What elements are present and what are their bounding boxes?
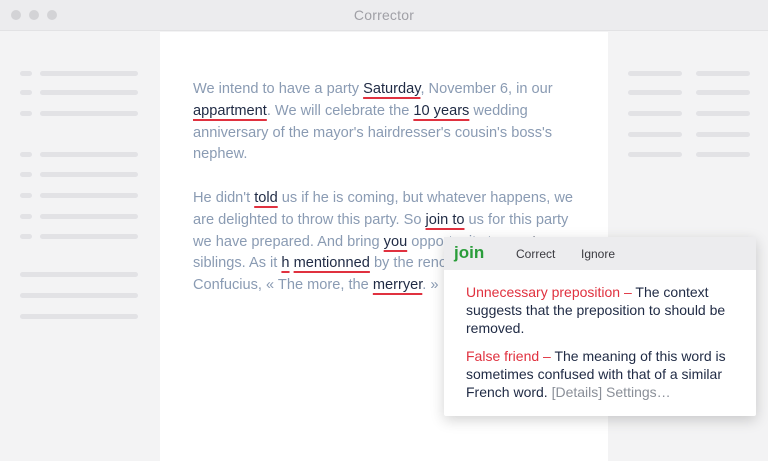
placeholder-line bbox=[20, 172, 32, 177]
placeholder-line bbox=[20, 214, 32, 219]
placeholder-line bbox=[20, 111, 32, 116]
suggestion-item: False friend – The meaning of this word … bbox=[466, 347, 746, 401]
flagged-error-word[interactable]: 10 years bbox=[413, 103, 469, 119]
flagged-error-word[interactable]: appartment bbox=[193, 103, 267, 119]
placeholder-line bbox=[20, 293, 138, 298]
flagged-error-word[interactable]: told bbox=[254, 190, 278, 206]
placeholder-line bbox=[696, 90, 750, 95]
flagged-word: join bbox=[454, 243, 485, 262]
document-text: . We will celebrate the bbox=[266, 102, 414, 119]
correct-button[interactable]: Correct bbox=[516, 247, 555, 261]
placeholder-line bbox=[696, 111, 750, 116]
window-title: Corrector bbox=[353, 7, 415, 23]
flagged-error-word[interactable]: you bbox=[384, 234, 408, 250]
placeholder-line bbox=[20, 152, 32, 157]
placeholder-line bbox=[696, 71, 750, 76]
placeholder-line bbox=[40, 193, 138, 198]
document-text: We intend to have a party bbox=[193, 81, 364, 97]
ignore-button[interactable]: Ignore bbox=[581, 247, 615, 261]
placeholder-line bbox=[40, 152, 138, 157]
placeholder-line bbox=[40, 172, 138, 177]
flagged-error-word[interactable]: merryer bbox=[373, 277, 422, 293]
placeholder-line bbox=[40, 234, 138, 239]
placeholder-line bbox=[696, 132, 750, 137]
popup-header: join Correct Ignore bbox=[444, 237, 756, 270]
left-sidebar bbox=[0, 32, 160, 461]
placeholder-line bbox=[696, 152, 750, 157]
placeholder-line bbox=[628, 71, 682, 76]
title-bar: Corrector bbox=[0, 0, 768, 31]
suggestion-item: Unnecessary preposition – The context su… bbox=[466, 283, 746, 337]
flagged-error-word[interactable]: join to bbox=[426, 212, 465, 228]
placeholder-line bbox=[40, 71, 138, 76]
document-text: , November 6, in our bbox=[420, 81, 553, 97]
placeholder-line bbox=[20, 234, 32, 239]
placeholder-line bbox=[40, 90, 138, 95]
suggestion-title: False friend – bbox=[466, 348, 551, 364]
document-paragraph-1[interactable]: We intend to have a party Saturday, Nove… bbox=[193, 79, 573, 166]
details-settings-link[interactable]: [Details] Settings… bbox=[548, 384, 671, 400]
flagged-error-word[interactable]: Saturday bbox=[363, 81, 420, 97]
placeholder-line bbox=[20, 272, 138, 277]
document-text: . » bbox=[422, 277, 439, 294]
placeholder-line bbox=[628, 111, 682, 116]
popup-body: Unnecessary preposition – The context su… bbox=[466, 283, 746, 411]
placeholder-line bbox=[628, 152, 682, 157]
placeholder-line bbox=[40, 111, 138, 116]
document-text: He didn't bbox=[193, 190, 255, 206]
suggestion-popup: join Correct Ignore Unnecessary preposit… bbox=[444, 237, 756, 416]
placeholder-line bbox=[628, 90, 682, 95]
placeholder-line bbox=[20, 193, 32, 198]
flagged-error-word[interactable]: mentionned bbox=[294, 255, 370, 271]
flagged-error-word[interactable]: h bbox=[281, 255, 289, 271]
placeholder-line bbox=[40, 214, 138, 219]
placeholder-line bbox=[20, 90, 32, 95]
placeholder-line bbox=[20, 314, 138, 319]
placeholder-line bbox=[20, 71, 32, 76]
suggestion-title: Unnecessary preposition – bbox=[466, 284, 632, 300]
placeholder-line bbox=[628, 132, 682, 137]
